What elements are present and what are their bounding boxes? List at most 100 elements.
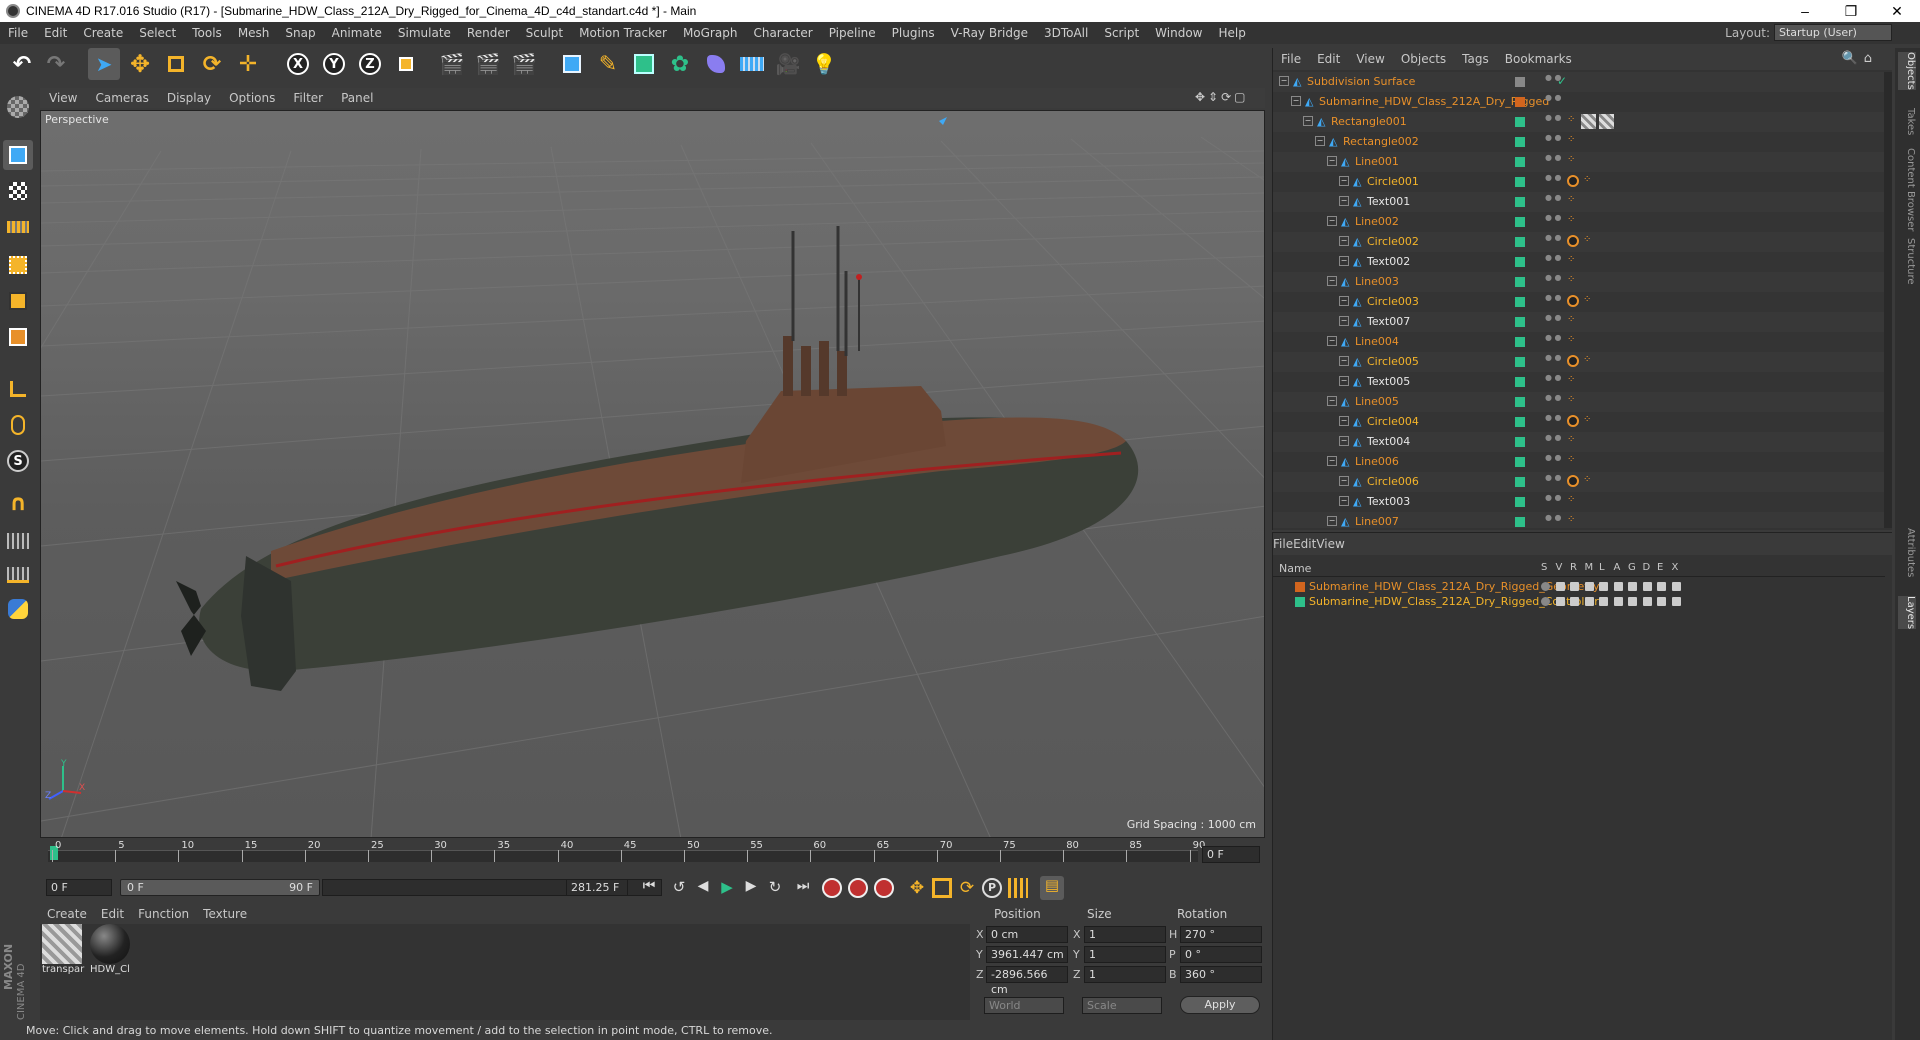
layer-color-swatch[interactable]	[1515, 497, 1525, 507]
expand-toggle-icon[interactable]: −	[1339, 476, 1349, 486]
go-to-start-button[interactable]: ⏮	[638, 878, 660, 898]
size-y-field[interactable]: 1	[1084, 946, 1166, 963]
x-axis-button[interactable]: X	[282, 48, 314, 80]
undo-button[interactable]: ↶	[6, 48, 38, 80]
expand-toggle-icon[interactable]: −	[1327, 336, 1337, 346]
visibility-dots-icon[interactable]: ● ●	[1545, 174, 1562, 182]
xpresso-tag-icon[interactable]: ⁘	[1583, 354, 1591, 365]
object-row[interactable]: − ◭ Circle006 ● ● ⁘	[1273, 472, 1885, 492]
layer-color-swatch[interactable]	[1515, 257, 1525, 267]
expand-toggle-icon[interactable]: −	[1279, 76, 1289, 86]
layer-color-swatch[interactable]	[1515, 177, 1525, 187]
autokey-button[interactable]	[848, 878, 868, 898]
constraint-tag-icon[interactable]	[1567, 415, 1579, 427]
expand-toggle-icon[interactable]: −	[1339, 356, 1349, 366]
xpresso-tag-icon[interactable]: ⁘	[1567, 314, 1575, 325]
subdivision-surface-button[interactable]	[628, 48, 660, 80]
layer-row[interactable]: Submarine_HDW_Class_212A_Dry_Rigged_Cont…	[1273, 594, 1885, 609]
object-row[interactable]: − ◭ Text005 ● ● ⁘	[1273, 372, 1885, 392]
cube-object-button[interactable]	[556, 48, 588, 80]
material-menu-texture[interactable]: Texture	[196, 907, 254, 921]
size-x-field[interactable]: 1	[1084, 926, 1166, 943]
layer-toggle-icon[interactable]	[1584, 597, 1594, 606]
xpresso-tag-icon[interactable]: ⁘	[1567, 434, 1575, 445]
side-tab-attributes[interactable]: Attributes	[1898, 528, 1916, 577]
layer-color-swatch[interactable]	[1515, 157, 1525, 167]
position-y-field[interactable]: 3961.447 cm	[986, 946, 1068, 963]
object-row[interactable]: − ◭ Text001 ● ● ⁘	[1273, 192, 1885, 212]
layer-color-swatch[interactable]	[1515, 317, 1525, 327]
coordinate-mode-select[interactable]: World	[984, 997, 1064, 1014]
visibility-dots-icon[interactable]: ● ●	[1545, 114, 1562, 122]
constraint-tag-icon[interactable]	[1567, 295, 1579, 307]
xpresso-tag-icon[interactable]: ⁘	[1567, 134, 1575, 145]
z-axis-button[interactable]: Z	[354, 48, 386, 80]
position-z-field[interactable]: -2896.566 cm	[986, 966, 1068, 996]
layer-color-swatch[interactable]	[1515, 397, 1525, 407]
layer-color-swatch[interactable]	[1515, 477, 1525, 487]
visibility-dots-icon[interactable]: ● ●	[1545, 94, 1562, 102]
play-button[interactable]: ▶	[716, 878, 738, 898]
object-row[interactable]: − ◭ Line006 ● ● ⁘	[1273, 452, 1885, 472]
layer-toggle-icon[interactable]	[1599, 597, 1608, 606]
apply-button[interactable]: Apply	[1180, 996, 1260, 1014]
layer-color-swatch[interactable]	[1515, 237, 1525, 247]
layer-color-swatch[interactable]	[1515, 277, 1525, 287]
side-tab-structure[interactable]: Structure	[1898, 238, 1916, 285]
xpresso-tag-icon[interactable]: ⁘	[1567, 374, 1575, 385]
visibility-dots-icon[interactable]: ● ●	[1545, 214, 1562, 222]
expand-toggle-icon[interactable]: −	[1327, 216, 1337, 226]
object-row[interactable]: − ◭ Rectangle001 ● ● ⁘	[1273, 112, 1885, 132]
deformer-button[interactable]	[700, 48, 732, 80]
object-row[interactable]: − ◭ Circle003 ● ● ⁘	[1273, 292, 1885, 312]
visibility-dots-icon[interactable]: ● ●	[1545, 394, 1562, 402]
layer-toggle-icon[interactable]	[1628, 597, 1637, 606]
object-row[interactable]: − ◭ Circle004 ● ● ⁘	[1273, 412, 1885, 432]
menu-item-script[interactable]: Script	[1096, 26, 1147, 40]
object-tree-scrollbar[interactable]	[1884, 72, 1892, 528]
menu-item-mesh[interactable]: Mesh	[230, 26, 278, 40]
layer-color-swatch[interactable]	[1515, 457, 1525, 467]
layer-toggle-icon[interactable]	[1555, 597, 1565, 606]
layer-toggle-icon[interactable]	[1671, 597, 1681, 606]
layer-color-swatch[interactable]	[1515, 217, 1525, 227]
texture-mode-button[interactable]	[3, 176, 33, 206]
menu-item-render[interactable]: Render	[459, 26, 518, 40]
constraint-tag-icon[interactable]	[1567, 475, 1579, 487]
object-menu-bookmarks[interactable]: Bookmarks	[1497, 52, 1580, 66]
layer-toggle-icon[interactable]	[1613, 582, 1623, 591]
visibility-dots-icon[interactable]: ● ●	[1545, 234, 1562, 242]
render-view-button[interactable]: 🎬	[436, 48, 468, 80]
menu-item-file[interactable]: File	[0, 26, 36, 40]
visibility-dots-icon[interactable]: ● ●	[1545, 314, 1562, 322]
constraint-tag-icon[interactable]	[1567, 355, 1579, 367]
key-parameter-button[interactable]: P	[982, 878, 1002, 898]
layer-toggle-icon[interactable]	[1657, 597, 1666, 606]
object-row[interactable]: − ◭ Text007 ● ● ⁘	[1273, 312, 1885, 332]
visibility-dots-icon[interactable]: ● ●	[1545, 334, 1562, 342]
object-row[interactable]: − ◭ Text003 ● ● ⁘	[1273, 492, 1885, 512]
material-swatch-hdw[interactable]: HDW_Cl	[90, 924, 130, 975]
make-editable-button[interactable]	[3, 92, 33, 122]
menu-item-motion-tracker[interactable]: Motion Tracker	[571, 26, 675, 40]
visibility-dots-icon[interactable]: ● ●	[1545, 454, 1562, 462]
layer-toggle-icon[interactable]	[1642, 582, 1652, 591]
layer-toggle-icon[interactable]	[1671, 582, 1681, 591]
xpresso-tag-icon[interactable]: ⁘	[1567, 214, 1575, 225]
object-row[interactable]: − ◭ Submarine_HDW_Class_212A_Dry_Rigged ● ●	[1273, 92, 1885, 112]
xpresso-tag-icon[interactable]: ⁘	[1583, 234, 1591, 245]
layout-select[interactable]: Startup (User)	[1774, 24, 1892, 41]
visibility-dots-icon[interactable]: ● ●	[1545, 474, 1562, 482]
layer-menu-file[interactable]: File	[1273, 537, 1293, 551]
viewport-menu-view[interactable]: View	[40, 91, 86, 105]
xpresso-tag-icon[interactable]: ⁘	[1567, 514, 1575, 525]
side-tab-content-browser[interactable]: Content Browser	[1898, 148, 1916, 231]
key-rotation-button[interactable]: ⟳	[956, 878, 978, 898]
material-swatch-transparent[interactable]: transpar	[42, 924, 84, 975]
layer-toggle-icon[interactable]	[1584, 582, 1594, 591]
visibility-dots-icon[interactable]: ● ●	[1545, 154, 1562, 162]
layer-color-swatch[interactable]	[1515, 137, 1525, 147]
xpresso-tag-icon[interactable]: ⁘	[1567, 494, 1575, 505]
object-row[interactable]: − ◭ Text004 ● ● ⁘	[1273, 432, 1885, 452]
expand-toggle-icon[interactable]: −	[1327, 516, 1337, 526]
